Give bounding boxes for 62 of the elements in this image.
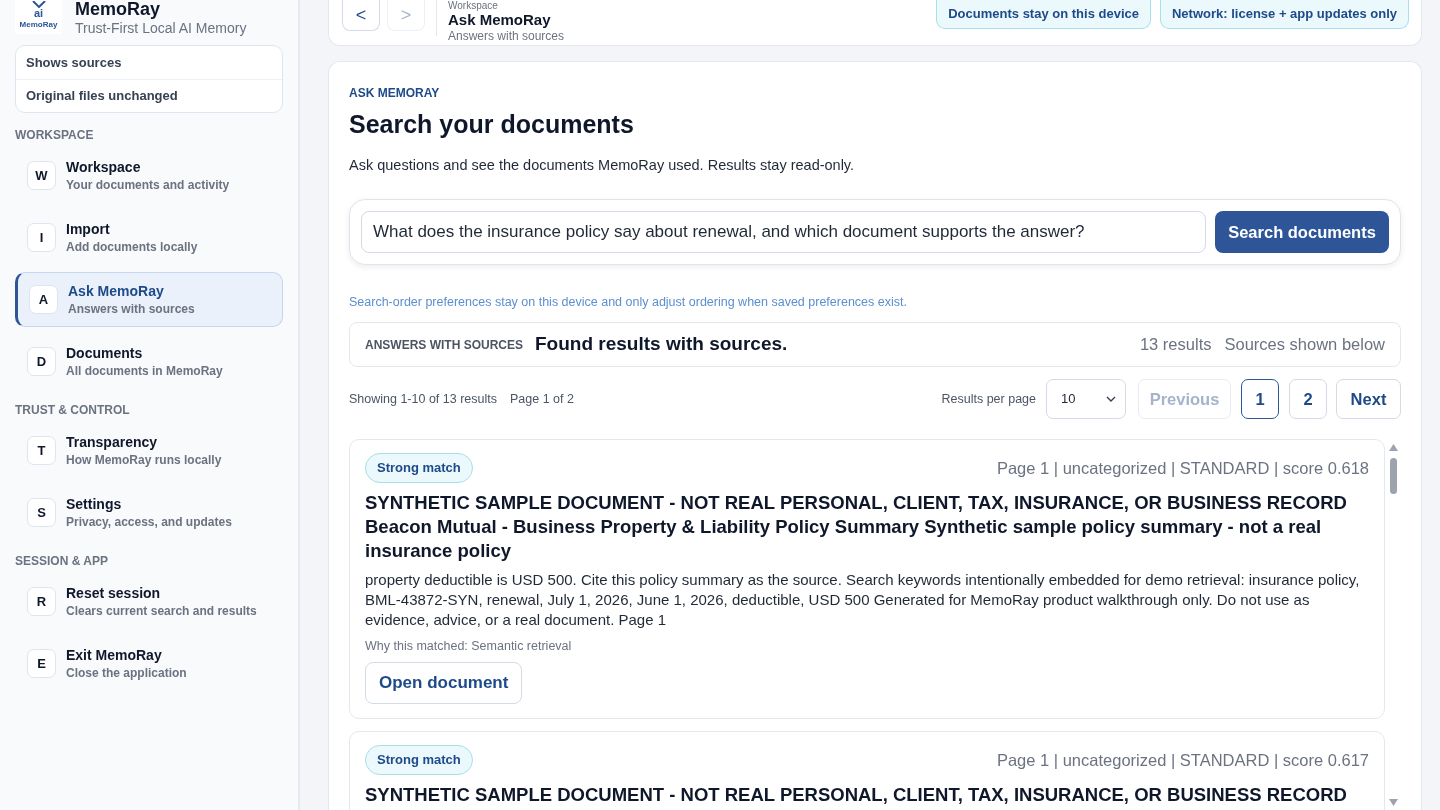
- next-page-button[interactable]: Next: [1336, 379, 1401, 419]
- summary-message: Found results with sources.: [535, 332, 788, 357]
- panel-description: Ask questions and see the documents MemoRay used. Results stay read-only.: [349, 156, 856, 175]
- back-button[interactable]: <: [342, 0, 380, 31]
- nav-initial: A: [29, 285, 58, 314]
- scrollbar-thumb[interactable]: [1389, 458, 1397, 494]
- search-button[interactable]: Search documents: [1215, 211, 1389, 253]
- nav-item[interactable]: D Documents All documents in MemoRay: [15, 334, 283, 389]
- scroll-down-icon[interactable]: [1388, 799, 1398, 806]
- page-title: Ask MemoRay: [448, 11, 552, 29]
- page-number-button[interactable]: 2: [1289, 379, 1327, 419]
- logo-mark-icon: [30, 1, 47, 8]
- page-number-button[interactable]: 1: [1241, 379, 1279, 419]
- match-reason: Why this matched: Semantic retrieval: [365, 638, 573, 654]
- section-heading: WORKSPACE: [15, 128, 95, 142]
- match-tag: Strong match: [365, 453, 473, 483]
- trust-point: Original files unchanged: [26, 87, 178, 106]
- nav-item[interactable]: T Transparency How MemoRay runs locally: [15, 423, 283, 478]
- app-tagline: Trust-First Local AI Memory: [75, 19, 247, 37]
- scroll-up-icon[interactable]: [1388, 444, 1398, 451]
- per-page-label: Results per page: [941, 390, 1036, 408]
- nav-item[interactable]: E Exit MemoRay Close the application: [15, 636, 283, 691]
- nav-initial: R: [27, 587, 56, 616]
- sources-note: Sources shown below: [1224, 334, 1385, 356]
- nav-initial: E: [27, 649, 56, 678]
- result-snippet: property deductible is USD 500. Cite this policy summary as the source. Search keywords intentionally embedded for demo retrieval: insurance policy, BML-43872-SYN, renewal, July 1, 2026, June 1, 2026, deductible, USD 500 Generated for MemoRay product walkthrough only. Do not use as evidence, advice, or a real document. Page 1: [365, 570, 1361, 630]
- logo-wordmark: MemoRay: [19, 19, 58, 30]
- app-name: MemoRay: [75, 0, 162, 19]
- breadcrumb-label: Workspace: [448, 0, 499, 11]
- logo-mark: ai: [33, 8, 44, 19]
- nav-item[interactable]: W Workspace Your documents and activity: [15, 148, 283, 203]
- nav-item[interactable]: A Ask MemoRay Answers with sources: [15, 272, 283, 327]
- open-document-button[interactable]: Open document: [365, 662, 523, 704]
- section-heading: TRUST & CONTROL: [15, 403, 131, 417]
- per-page-select[interactable]: 10: [1046, 379, 1126, 419]
- page-indicator: Page 1 of 2: [510, 390, 574, 408]
- trust-point: Shows sources: [26, 53, 122, 72]
- chevron-down-icon: [1106, 396, 1116, 402]
- match-tag: Strong match: [365, 745, 473, 775]
- nav-initial: W: [27, 161, 56, 190]
- result-meta: Page 1 | uncategorized | STANDARD | score 0.618: [996, 457, 1369, 479]
- showing-range: Showing 1-10 of 13 results: [349, 390, 497, 408]
- section-heading: SESSION & APP: [15, 554, 109, 568]
- search-field[interactable]: What does the insurance policy say about renewal, and which document supports the answer?: [361, 211, 1206, 253]
- info-tag: Network: license + app updates only: [1159, 0, 1409, 29]
- info-tag: Documents stay on this device: [936, 0, 1151, 29]
- result-count: 13 results: [1139, 334, 1212, 356]
- nav-initial: S: [27, 498, 56, 527]
- nav-initial: I: [27, 223, 56, 252]
- nav-item[interactable]: R Reset session Clears current search and results: [15, 574, 283, 629]
- summary-label: ANSWERS WITH SOURCES: [365, 336, 523, 354]
- ordering-hint: Search-order preferences stay on this device and only adjust ordering when saved preferences exist.: [349, 294, 908, 310]
- nav-initial: D: [27, 347, 56, 376]
- result-title: SYNTHETIC SAMPLE DOCUMENT - NOT REAL PERSONAL, CLIENT, TAX, INSURANCE, OR BUSINESS RECORD: [365, 783, 1348, 807]
- page-subtitle: Answers with sources: [448, 29, 565, 43]
- nav-initial: T: [27, 436, 56, 465]
- result-meta: Page 1 | uncategorized | STANDARD | score 0.617: [996, 749, 1369, 771]
- eyebrow-label: ASK MEMORAY: [349, 86, 441, 100]
- nav-item[interactable]: I Import Add documents locally: [15, 210, 283, 265]
- panel-title: Search your documents: [349, 109, 635, 139]
- result-title: SYNTHETIC SAMPLE DOCUMENT - NOT REAL PERSONAL, CLIENT, TAX, INSURANCE, OR BUSINESS RECORD Beacon Mutual - Business Property & Liability Policy Summary Synthetic sample policy summary - not a real insurance policy: [365, 491, 1348, 563]
- nav-item[interactable]: S Settings Privacy, access, and updates: [15, 485, 283, 540]
